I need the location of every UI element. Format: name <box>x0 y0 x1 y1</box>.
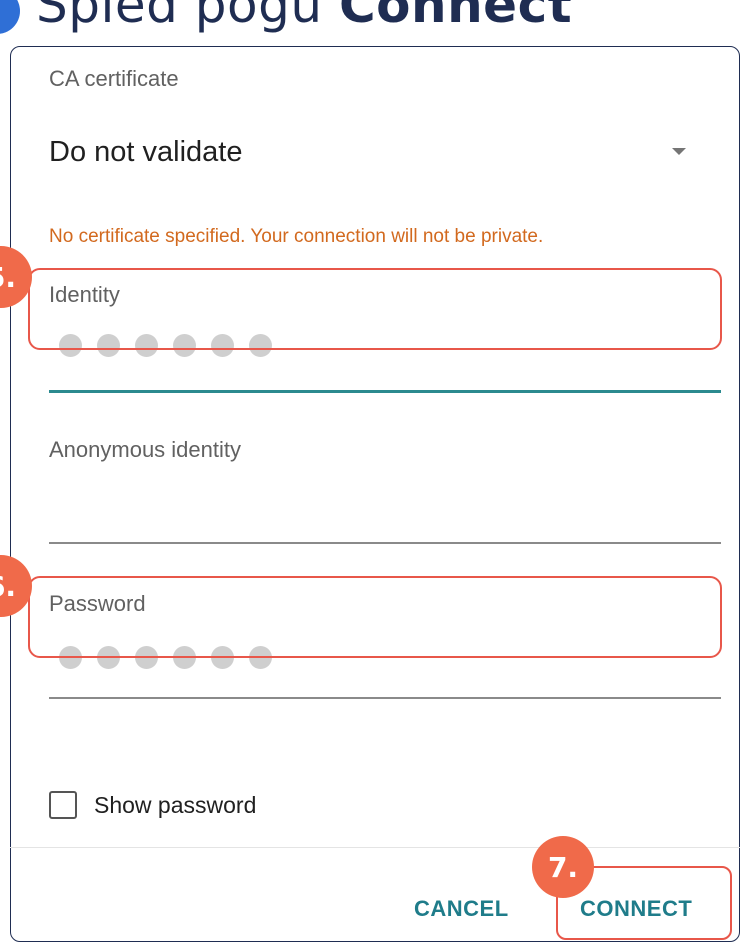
ca-certificate-label: CA certificate <box>49 66 179 91</box>
identity-highlight <box>28 268 722 350</box>
ca-certificate-dropdown[interactable]: Do not validate <box>49 136 242 169</box>
identity-underline <box>49 390 721 393</box>
instruction-header: Spied pogu Connect <box>0 0 742 42</box>
password-highlight <box>28 576 722 658</box>
show-password-checkbox[interactable] <box>49 791 77 819</box>
anonymous-identity-label: Anonymous identity <box>49 437 241 462</box>
password-underline <box>49 697 721 699</box>
dropdown-arrow-icon[interactable] <box>672 148 686 155</box>
action-divider <box>10 847 740 848</box>
cancel-button[interactable]: CANCEL <box>414 896 509 922</box>
step-circle-icon <box>0 0 20 34</box>
anonymous-identity-input[interactable] <box>49 542 721 544</box>
certificate-warning: No certificate specified. Your connectio… <box>49 226 544 247</box>
instruction-title: Spied pogu Connect <box>36 0 573 34</box>
step-badge-connect: 7. <box>532 836 594 898</box>
show-password-label[interactable]: Show password <box>94 792 256 819</box>
